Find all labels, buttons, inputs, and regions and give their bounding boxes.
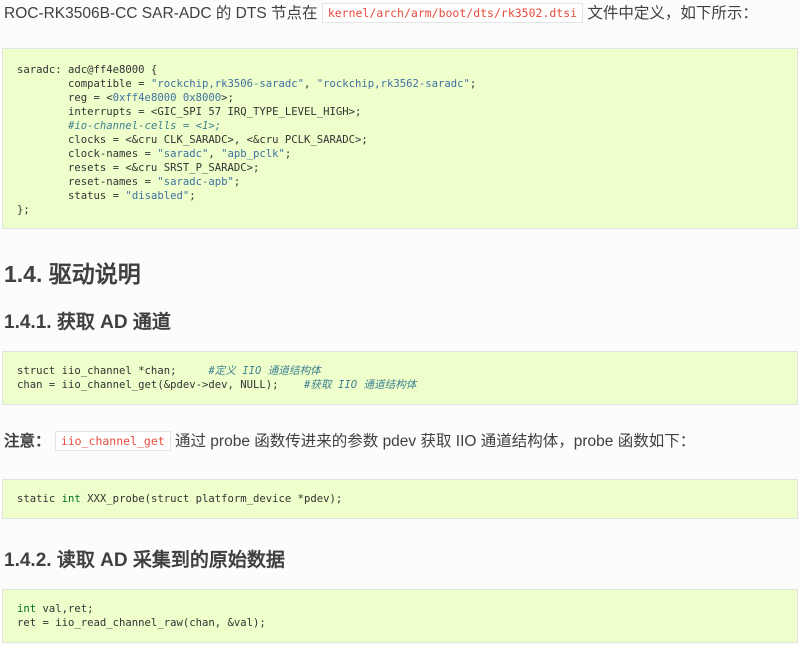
intro-text-after: 文件中定义，如下所示： — [587, 5, 758, 22]
note-text: 通过 probe 函数传进来的参数 pdev 获取 IIO 通道结构体，prob… — [175, 433, 696, 450]
section-heading: 1.4. 驱动说明 — [4, 261, 141, 287]
subsection-heading-read-raw: 1.4.2. 读取 AD 采集到的原始数据 — [4, 550, 285, 571]
get-channel-code: struct iio_channel *chan; #定义 IIO 通道结构体 … — [17, 365, 417, 391]
intro-paragraph: ROC-RK3506B-CC SAR-ADC 的 DTS 节点在 kernel/… — [4, 1, 758, 26]
read-raw-code: int val,ret; ret = iio_read_channel_raw(… — [17, 603, 266, 629]
intro-text-before: ROC-RK3506B-CC SAR-ADC 的 DTS 节点在 — [4, 5, 318, 22]
subsection-heading-get-channel: 1.4.1. 获取 AD 通道 — [4, 312, 171, 333]
dts-path-code: kernel/arch/arm/boot/dts/rk3502.dtsi — [321, 3, 584, 23]
get-channel-code-block: struct iio_channel *chan; #定义 IIO 通道结构体 … — [2, 351, 798, 405]
dts-code-block: saradc: adc@ff4e8000 { compatible = "roc… — [2, 48, 798, 229]
dts-code: saradc: adc@ff4e8000 { compatible = "roc… — [17, 64, 477, 216]
read-raw-code-block: int val,ret; ret = iio_read_channel_raw(… — [2, 589, 798, 643]
note-label: 注意： — [4, 433, 51, 450]
probe-code: static int XXX_probe(struct platform_dev… — [17, 493, 343, 505]
note-paragraph: 注意： iio_channel_get 通过 probe 函数传进来的参数 pd… — [4, 429, 695, 454]
iio-channel-get-code: iio_channel_get — [54, 431, 171, 451]
probe-code-block: static int XXX_probe(struct platform_dev… — [2, 479, 798, 519]
document-page: ROC-RK3506B-CC SAR-ADC 的 DTS 节点在 kernel/… — [0, 0, 800, 645]
